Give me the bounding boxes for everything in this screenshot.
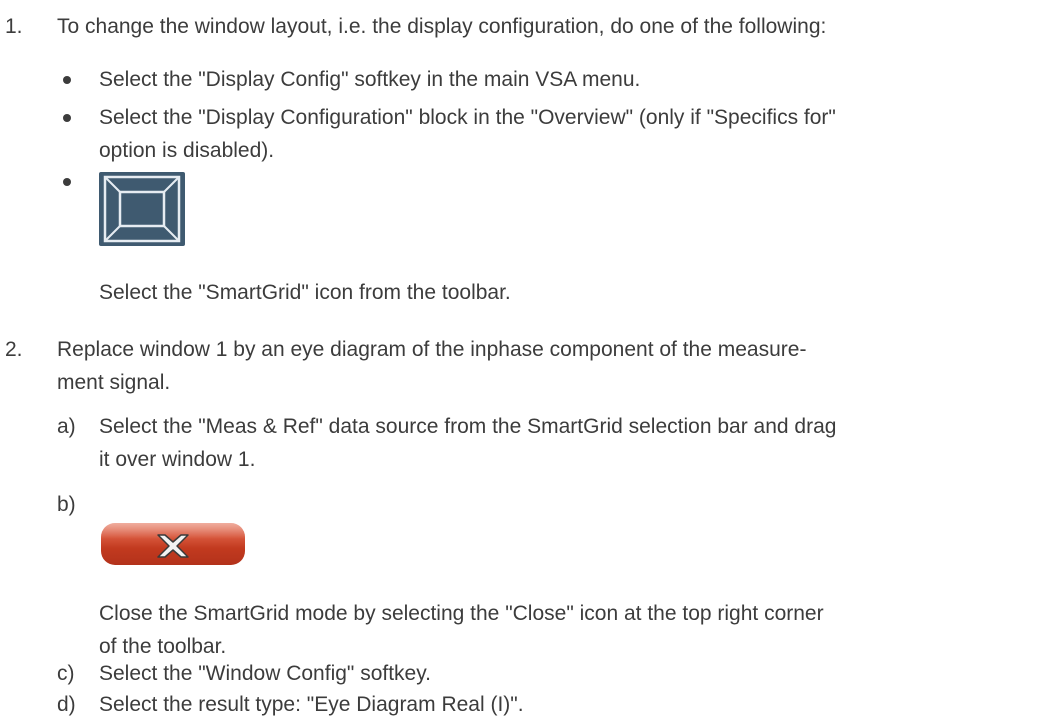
substep-a-label: a) xyxy=(57,415,76,438)
bullet-2-line1: Select the "Display Configuration" block… xyxy=(99,106,836,129)
substep-a-line2: it over window 1. xyxy=(99,448,256,471)
bullet-dot xyxy=(63,76,71,84)
substep-c-text: Select the "Window Config" softkey. xyxy=(99,662,432,685)
bullet-3-caption: Select the "SmartGrid" icon from the too… xyxy=(99,281,511,304)
step-1-text: To change the window layout, i.e. the di… xyxy=(57,15,827,38)
close-icon xyxy=(101,523,245,565)
substep-d-text: Select the result type: "Eye Diagram Rea… xyxy=(99,693,524,716)
step-1-number: 1. xyxy=(5,15,23,38)
substep-d-label: d) xyxy=(57,693,76,716)
bullet-2-line2: option is disabled). xyxy=(99,139,275,162)
substep-b-line1: Close the SmartGrid mode by selecting th… xyxy=(99,602,824,625)
bullet-dot xyxy=(63,114,71,122)
bullet-1-text: Select the "Display Config" softkey in t… xyxy=(99,68,641,91)
step-2-line1: Replace window 1 by an eye diagram of th… xyxy=(57,338,807,361)
substep-b-label: b) xyxy=(57,493,76,516)
step-2-number: 2. xyxy=(5,338,23,361)
smartgrid-icon xyxy=(99,172,185,246)
step-2-line2: ment signal. xyxy=(57,371,171,394)
substep-a-line1: Select the "Meas & Ref" data source from… xyxy=(99,415,837,438)
substep-c-label: c) xyxy=(57,662,75,685)
bullet-dot xyxy=(63,178,71,186)
